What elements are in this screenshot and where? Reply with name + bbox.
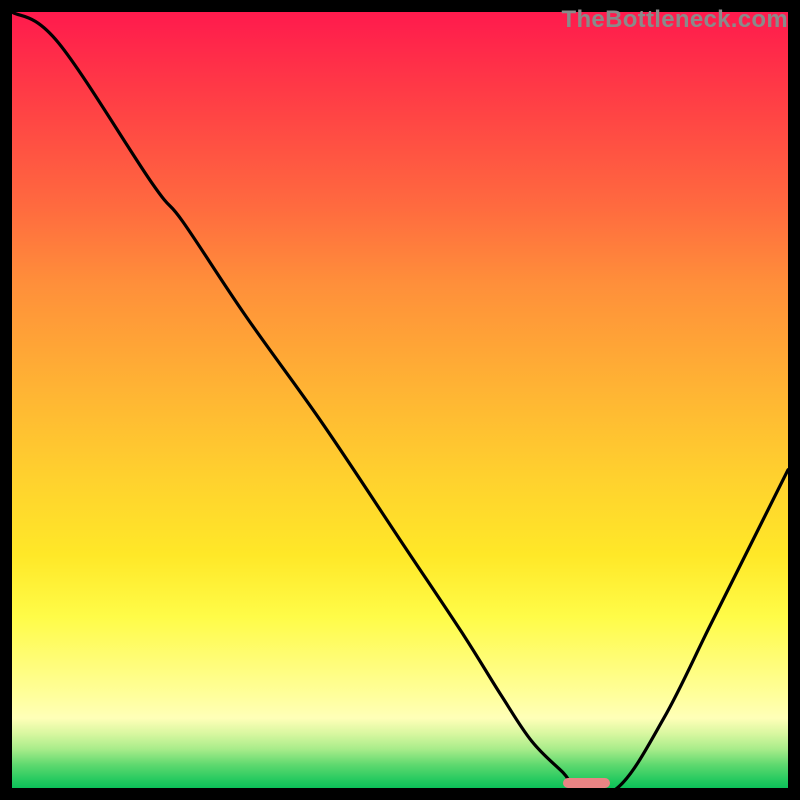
plot-area xyxy=(12,12,788,788)
watermark-text: TheBottleneck.com xyxy=(562,6,788,34)
sweet-spot-marker xyxy=(563,778,610,788)
chart-svg xyxy=(12,12,788,788)
bottleneck-curve xyxy=(12,12,788,788)
